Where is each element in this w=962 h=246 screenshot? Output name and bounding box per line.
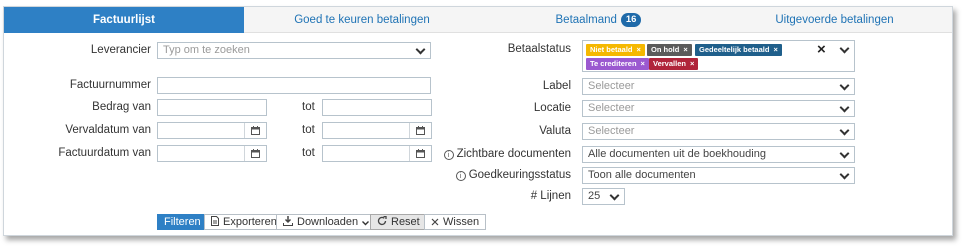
bedrag-tot-label: tot (302, 101, 315, 113)
calendar-icon[interactable] (244, 146, 266, 161)
tab-betaalmand[interactable]: Betaalmand 16 (480, 7, 717, 33)
tag-te-crediteren: Te crediteren × (586, 58, 649, 70)
tag-remove-icon[interactable]: × (683, 45, 687, 54)
factuurdatum-tot-label: tot (302, 147, 315, 159)
calendar-icon[interactable] (409, 123, 431, 138)
goedkeuringsstatus-label: i Goedkeuringsstatus (455, 169, 571, 181)
tag-remove-icon[interactable]: × (773, 45, 777, 54)
leverancier-label: Leverancier (90, 44, 151, 56)
zichtbare-documenten-text: Zichtbare documenten (456, 148, 571, 160)
factuurdatum-van-input[interactable] (157, 145, 267, 162)
filter-panel: Factuurlijst Goed te keuren betalingen B… (3, 6, 953, 236)
valuta-value: Selecteer (588, 125, 635, 137)
valuta-select[interactable]: Selecteer (582, 123, 855, 140)
downloaden-label: Downloaden (297, 216, 359, 228)
locatie-value: Selecteer (588, 102, 635, 114)
goedkeuringsstatus-text: Goedkeuringsstatus (468, 169, 571, 181)
tag-remove-icon[interactable]: × (641, 59, 645, 68)
tab-factuurlijst[interactable]: Factuurlijst (4, 7, 244, 33)
calendar-icon[interactable] (409, 146, 431, 161)
chevron-down-icon (839, 80, 850, 91)
factuurnummer-input[interactable] (157, 77, 431, 94)
valuta-label: Valuta (539, 125, 571, 137)
tag-vervallen: Vervallen × (649, 58, 699, 70)
caret-down-icon (362, 216, 370, 230)
tag-remove-icon[interactable]: × (637, 45, 641, 54)
factuurnummer-label: Factuurnummer (69, 79, 151, 91)
tab-label: Uitgevoerde betalingen (775, 14, 894, 26)
wissen-label: Wissen (443, 216, 480, 228)
tag-niet-betaald: Niet betaald × (586, 44, 645, 56)
tag-on-hold: On hold × (647, 44, 692, 56)
zichtbare-documenten-label: i Zichtbare documenten (443, 148, 571, 160)
goedkeuringsstatus-select[interactable]: Toon alle documenten (582, 167, 855, 184)
locatie-label: Locatie (533, 102, 571, 114)
lijnen-label: # Lijnen (530, 190, 571, 202)
chevron-down-icon (839, 169, 850, 180)
vervaldatum-tot-input[interactable] (322, 122, 432, 139)
info-icon[interactable]: i (443, 150, 454, 160)
leverancier-placeholder: Typ om te zoeken (163, 44, 250, 56)
factuurdatum-van-label: Factuurdatum van (58, 147, 151, 159)
bedrag-tot-input[interactable] (322, 99, 432, 116)
tab-goed-te-keuren[interactable]: Goed te keuren betalingen (244, 7, 480, 33)
tag-remove-icon[interactable]: × (690, 59, 694, 68)
tag-label: Niet betaald (590, 45, 633, 54)
filteren-button[interactable]: Filteren (157, 214, 208, 230)
lijnen-select[interactable]: 25 (582, 188, 625, 205)
exporteren-button[interactable]: Exporteren (204, 214, 284, 230)
calendar-icon[interactable] (244, 123, 266, 138)
clear-all-icon[interactable]: × (817, 41, 826, 58)
tab-bar: Factuurlijst Goed te keuren betalingen B… (4, 7, 952, 33)
vervaldatum-tot-label: tot (302, 124, 315, 136)
label-label: Label (542, 80, 571, 92)
chevron-down-icon (415, 44, 426, 55)
factuurdatum-tot-input[interactable] (322, 145, 432, 162)
download-icon (283, 216, 293, 230)
tag-label: On hold (651, 45, 680, 54)
tab-label: Goed te keuren betalingen (294, 14, 430, 26)
betaalmand-count-badge: 16 (620, 13, 642, 27)
vervaldatum-van-input[interactable] (157, 122, 267, 139)
chevron-down-icon (839, 148, 850, 159)
tag-gedeeltelijk-betaald: Gedeeltelijk betaald × (695, 44, 782, 56)
label-select[interactable]: Selecteer (582, 78, 855, 95)
refresh-icon (377, 215, 387, 230)
bedrag-van-input[interactable] (157, 99, 267, 116)
tag-label: Te crediteren (590, 59, 637, 68)
lijnen-value: 25 (588, 190, 601, 202)
downloaden-button[interactable]: Downloaden (276, 214, 381, 230)
bedrag-van-label: Bedrag van (92, 101, 151, 113)
reset-label: Reset (391, 216, 420, 228)
chevron-down-icon (839, 102, 850, 113)
vervaldatum-van-label: Vervaldatum van (65, 124, 151, 136)
tag-label: Vervallen (653, 59, 686, 68)
tag-label: Gedeeltelijk betaald (699, 45, 770, 54)
file-icon (211, 216, 219, 230)
goedkeuringsstatus-value: Toon alle documenten (588, 169, 696, 181)
tab-label: Factuurlijst (93, 14, 155, 26)
reset-button[interactable]: Reset (370, 214, 427, 230)
betaalstatus-label: Betaalstatus (507, 43, 571, 55)
wissen-button[interactable]: Wissen (424, 214, 487, 230)
close-icon (431, 216, 439, 230)
zichtbare-documenten-select[interactable]: Alle documenten uit de boekhouding (582, 146, 855, 163)
leverancier-select[interactable]: Typ om te zoeken (157, 42, 431, 59)
info-icon[interactable]: i (455, 171, 466, 181)
exporteren-label: Exporteren (223, 216, 277, 228)
zichtbare-documenten-value: Alle documenten uit de boekhouding (588, 148, 766, 160)
chevron-down-icon (839, 125, 850, 136)
tab-label: Betaalmand (555, 14, 617, 26)
locatie-select[interactable]: Selecteer (582, 100, 855, 117)
tab-uitgevoerde-betalingen[interactable]: Uitgevoerde betalingen (717, 7, 952, 33)
betaalstatus-multiselect[interactable]: Niet betaald × On hold × Gedeeltelijk beta… (582, 40, 855, 72)
label-value: Selecteer (588, 80, 635, 92)
chevron-down-icon[interactable] (839, 43, 850, 54)
chevron-down-icon (609, 190, 620, 201)
